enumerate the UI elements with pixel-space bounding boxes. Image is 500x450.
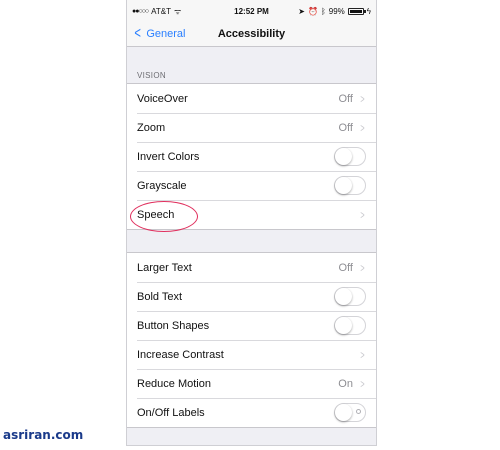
- row-label: Button Shapes: [137, 319, 210, 332]
- toggle-knob: [335, 317, 352, 334]
- row-label: Increase Contrast: [137, 348, 224, 361]
- row-value: Off: [338, 121, 353, 134]
- settings-group: VoiceOver Off > Zoom Off > Invert Colors Graysc…: [127, 83, 376, 230]
- row-label: Larger Text: [137, 261, 192, 274]
- battery-fill: [349, 9, 362, 13]
- toggle-switch[interactable]: [334, 287, 366, 306]
- settings-group: Larger Text Off > Bold Text Button Shapes Inc…: [127, 252, 376, 428]
- row-larger-text[interactable]: Larger Text Off >: [127, 253, 376, 282]
- toggle-switch[interactable]: [334, 147, 366, 166]
- carrier-name: AT&T: [151, 6, 171, 16]
- battery-icon: [347, 7, 366, 15]
- signal-strength-icon: ●●○○○: [132, 7, 149, 15]
- toggle-knob: [335, 148, 352, 165]
- row-voiceover[interactable]: VoiceOver Off >: [127, 84, 376, 113]
- charging-icon: ϟ: [366, 6, 371, 16]
- row-bold-text[interactable]: Bold Text: [127, 282, 376, 311]
- row-label: Bold Text: [137, 290, 183, 303]
- battery-percent: 99%: [328, 6, 345, 16]
- row-label: Invert Colors: [137, 150, 200, 163]
- row-value: Off: [338, 92, 353, 105]
- toggle-switch[interactable]: [334, 403, 366, 422]
- row-value: On: [338, 377, 353, 390]
- row-value: Off: [338, 261, 353, 274]
- status-bar: ●●○○○ AT&T ᯤ 12:52 PM ➤ ⏰ ᛒ 99% ϟ: [127, 0, 376, 22]
- chevron-right-icon: >: [360, 260, 365, 275]
- row-label: Speech: [137, 208, 175, 221]
- wifi-icon: ᯤ: [174, 6, 182, 16]
- settings-list: VISION VoiceOver Off > Zoom Off > Invert Colors…: [127, 47, 376, 428]
- toggle-switch[interactable]: [334, 316, 366, 335]
- toggle-knob: [335, 177, 352, 194]
- toggle-knob: [335, 404, 352, 421]
- row-label: Grayscale: [137, 179, 187, 192]
- chevron-right-icon: >: [360, 120, 365, 135]
- row-on-off-labels[interactable]: On/Off Labels: [127, 398, 376, 427]
- chevron-left-icon: <: [134, 25, 141, 42]
- off-label-icon: [356, 409, 361, 414]
- row-label: Zoom: [137, 121, 166, 134]
- status-right: ➤ ⏰ ᛒ 99% ϟ: [298, 7, 371, 16]
- row-button-shapes[interactable]: Button Shapes: [127, 311, 376, 340]
- toggle-knob: [335, 288, 352, 305]
- row-speech[interactable]: Speech >: [127, 200, 376, 229]
- row-grayscale[interactable]: Grayscale: [127, 171, 376, 200]
- alarm-icon: ⏰: [307, 6, 318, 16]
- row-invert-colors[interactable]: Invert Colors: [127, 142, 376, 171]
- chevron-right-icon: >: [360, 207, 365, 222]
- phone-screen: ●●○○○ AT&T ᯤ 12:52 PM ➤ ⏰ ᛒ 99% ϟ < Gene…: [126, 0, 377, 446]
- chevron-right-icon: >: [360, 347, 365, 362]
- row-label: On/Off Labels: [137, 406, 205, 419]
- location-icon: ➤: [298, 6, 305, 16]
- back-button-label: General: [146, 28, 186, 40]
- row-reduce-motion[interactable]: Reduce Motion On >: [127, 369, 376, 398]
- row-label: Reduce Motion: [137, 377, 211, 390]
- bluetooth-icon: ᛒ: [320, 6, 326, 16]
- toggle-switch[interactable]: [334, 176, 366, 195]
- row-label: VoiceOver: [137, 92, 188, 105]
- row-zoom[interactable]: Zoom Off >: [127, 113, 376, 142]
- chevron-right-icon: >: [360, 376, 365, 391]
- watermark: asriran.com: [3, 428, 84, 442]
- row-increase-contrast[interactable]: Increase Contrast >: [127, 340, 376, 369]
- navigation-bar: < General Accessibility: [127, 22, 376, 47]
- chevron-right-icon: >: [360, 91, 365, 106]
- section-header: VISION: [137, 71, 166, 80]
- status-left: ●●○○○ AT&T ᯤ: [132, 6, 181, 17]
- back-button[interactable]: < General: [127, 25, 186, 42]
